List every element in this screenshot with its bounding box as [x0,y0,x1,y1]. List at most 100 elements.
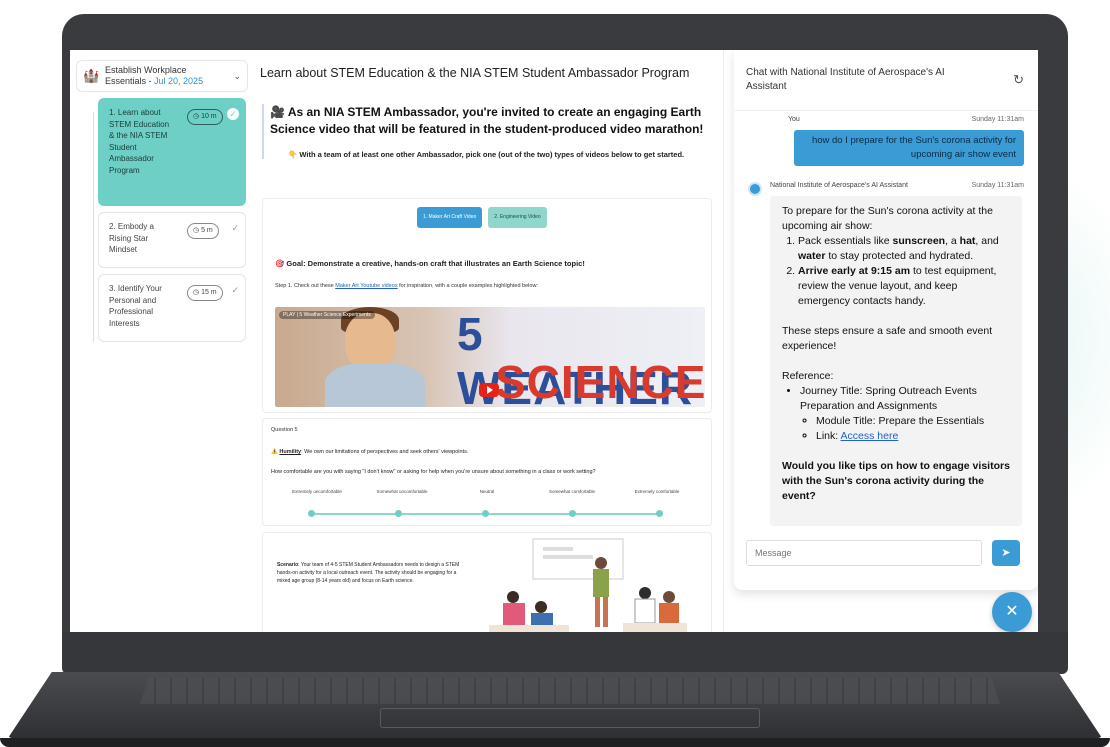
module-duration-text: 10 m [201,113,217,120]
step-emphasis: hat [959,235,976,247]
reference-list: Journey Title: Spring Outreach Events Pr… [800,384,1010,444]
likert-label: Neutral [479,489,495,494]
module-label: 2. Embody a Rising Star Mindset [109,222,154,254]
check-icon: ✓ [231,223,239,233]
step-text: Step 1. Check out these Maker Art Youtub… [275,283,538,289]
goal-text: 🎯 Goal: Demonstrate a creative, hands-on… [275,259,585,268]
video-overlay-title: PLAY | 5 Weather Science Experiments [279,311,375,319]
assistant-closing-question: Would you like tips on how to engage vis… [782,459,1010,504]
module-duration-text: 5 m [201,227,213,234]
module-duration-text: 15 m [201,289,217,296]
assistant-step-2: Arrive early at 9:15 am to test equipmen… [798,264,1010,309]
likert-label: Somewhat uncomfortable [376,489,428,494]
message-input[interactable] [746,540,982,566]
youtube-play-icon[interactable] [479,383,499,397]
chevron-down-icon[interactable]: ⌄ [233,71,241,82]
journey-date-separator: - [146,76,155,86]
module-duration: ◷ 15 m [187,285,223,301]
laptop-keyboard [140,678,1000,704]
laptop-mockup: 🏰 Establish Workplace Essentials - Jul 2… [0,0,1110,747]
thumbnail-child [345,313,395,369]
question-card: Question 5 ⚠️ Humility: We own our limit… [262,418,712,526]
reference-journey: Journey Title: Spring Outreach Events Pr… [800,384,1010,444]
laptop-bezel [62,632,1068,674]
step-emphasis: water [798,250,826,262]
maker-art-link[interactable]: Maker Art Youtube videos [335,283,397,289]
journey-sidebar: 🏰 Establish Workplace Essentials - Jul 2… [76,60,248,350]
video-type-card: 1. Maker Art Craft Video 2. Engineering … [262,198,712,413]
reference-journey-text: Journey Title: Spring Outreach Events Pr… [800,385,977,412]
scenario-card: Scenario: Your team of 4-5 STEM Student … [262,532,712,632]
access-here-link[interactable]: Access here [841,430,899,442]
scenario-label: Scenario [277,562,299,568]
tab-maker-art[interactable]: 1. Maker Art Craft Video [417,207,483,228]
likert-option-3[interactable] [482,510,489,517]
user-name: You [788,116,800,123]
likert-option-1[interactable] [308,510,315,517]
trait-text: : We own our limitations of perspectives… [301,449,469,455]
refresh-icon[interactable]: ↻ [1013,72,1024,88]
check-icon: ✓ [231,285,239,295]
module-item-1[interactable]: 1. Learn about STEM Education & the NIA … [98,98,246,206]
user-timestamp: Sunday 11:31am [971,116,1024,123]
reference-label: Reference: [782,370,834,382]
laptop-base-lip [0,738,1110,747]
journey-title: Establish Workplace Essentials - Jul 20,… [105,65,225,87]
main-content: Learn about STEM Education & the NIA STE… [256,50,724,632]
assistant-paragraph: These steps ensure a safe and smooth eve… [782,325,993,352]
video-thumbnail[interactable]: PLAY | 5 Weather Science Experiments 5 W… [275,307,705,407]
step-text: Pack essentials like [798,235,893,247]
video-type-tabs: 1. Maker Art Craft Video 2. Engineering … [417,207,547,228]
tab-engineering[interactable]: 2. Engineering Video [488,207,547,228]
reference-link-label: Link: [816,430,841,442]
step-emphasis: sunscreen [892,235,946,247]
closing-question-text: Would you like tips on how to engage vis… [782,460,1010,502]
check-icon: ✓ [227,108,239,120]
scenario-text: Scenario: Your team of 4-5 STEM Student … [277,561,467,585]
module-item-2[interactable]: 2. Embody a Rising Star Mindset ◷ 5 m ✓ [98,212,246,268]
thumbnail-text-line2: SCIENCE [495,356,705,407]
send-icon[interactable]: ➤ [992,540,1020,566]
divider [734,110,1038,111]
app-screen: 🏰 Establish Workplace Essentials - Jul 2… [70,50,1038,632]
step-text: , a [945,235,960,247]
assistant-name: National Institute of Aerospace's AI Ass… [770,182,908,189]
trait-statement: ⚠️ Humility: We own our limitations of p… [271,449,469,455]
module-item-3[interactable]: 3. Identify Your Personal and Profession… [98,274,246,342]
intro-note: 👇 With a team of at least one other Amba… [288,150,685,159]
thumbnail-child-body [325,363,425,407]
reference-sublist: Module Title: Prepare the Essentials Lin… [816,414,1010,444]
assistant-timestamp: Sunday 11:31am [971,182,1024,189]
reference-link-item: Link: Access here [816,429,1010,444]
reference-module: Module Title: Prepare the Essentials [816,414,1010,429]
chat-title: Chat with National Institute of Aerospac… [746,67,945,92]
scenario-body: : Your team of 4-5 STEM Student Ambassad… [277,562,460,584]
assistant-steps: Pack essentials like sunscreen, a hat, a… [798,234,1010,309]
likert-option-2[interactable] [395,510,402,517]
step-emphasis: Arrive early at 9:15 am [798,265,911,277]
likert-option-4[interactable] [569,510,576,517]
likert-label: Somewhat comfortable [548,489,596,494]
likert-labels: Extremely uncomfortable Somewhat uncomfo… [277,489,697,494]
module-label: 1. Learn about STEM Education & the NIA … [109,108,170,175]
assistant-intro: To prepare for the Sun's corona activity… [782,205,993,232]
intro-callout: 🎥 As an NIA STEM Ambassador, you're invi… [262,104,714,159]
journey-date: Jul 20, 2025 [154,76,204,86]
step-text: , and [975,235,999,247]
journey-selector[interactable]: 🏰 Establish Workplace Essentials - Jul 2… [76,60,248,92]
module-duration: ◷ 5 m [187,223,219,239]
intro-heading: 🎥 As an NIA STEM Ambassador, you're invi… [270,105,704,136]
likert-label: Extremely uncomfortable [292,489,342,494]
assistant-step-1: Pack essentials like sunscreen, a hat, a… [798,234,1010,264]
likert-option-5[interactable] [656,510,663,517]
trait-name: Humility [279,449,302,455]
question-text: How comfortable are you with saying "I d… [271,469,596,475]
module-duration: ◷ 10 m [187,109,223,125]
step-prefix: Step 1. Check out these [275,283,336,289]
likert-label: Extremely comfortable [634,489,680,494]
close-chat-button[interactable]: ✕ [992,592,1032,632]
step-text: to stay protected and hydrated. [825,250,974,262]
